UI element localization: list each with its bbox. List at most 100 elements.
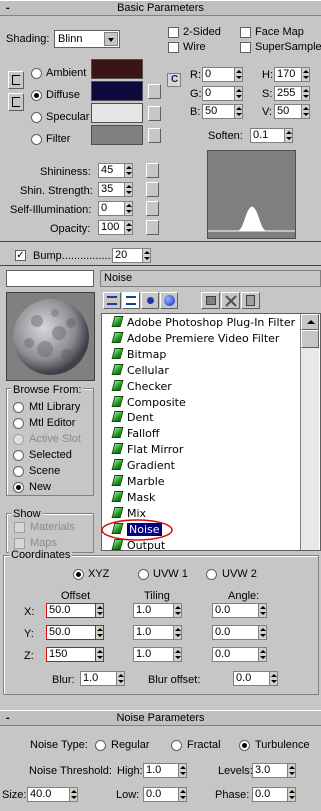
noise-parameters-rollout[interactable]: - Noise Parameters	[0, 710, 321, 726]
size-value[interactable]: 40.0	[27, 787, 69, 802]
map-list-item[interactable]: Mask	[111, 490, 155, 506]
spinner-arrows-icon[interactable]	[287, 763, 296, 778]
browse-selected-radio[interactable]	[13, 450, 24, 461]
spinner-arrows-icon[interactable]	[124, 182, 133, 197]
tiling-x-value[interactable]: 1.0	[133, 603, 173, 618]
s-value[interactable]: 255	[274, 86, 301, 101]
levels-spinner[interactable]: 3.0	[252, 763, 296, 778]
soften-spinner[interactable]: 0.1	[250, 128, 293, 143]
bump-checkbox[interactable]: ✓	[15, 250, 26, 261]
low-value[interactable]: 0.0	[143, 787, 178, 802]
diffuse-map-button[interactable]	[148, 84, 161, 99]
self-illum-map-button[interactable]	[146, 201, 159, 216]
view-small-icons-button[interactable]	[141, 292, 159, 309]
angle-y-spinner[interactable]: 0.0	[212, 625, 267, 640]
shin-strength-value[interactable]: 35	[98, 182, 124, 197]
s-spinner[interactable]: 255	[274, 86, 310, 101]
filter-radio[interactable]	[31, 134, 42, 145]
spinner-arrows-icon[interactable]	[173, 647, 182, 662]
diffuse-color-swatch[interactable]	[91, 81, 143, 101]
two-sided-checkbox[interactable]	[168, 27, 179, 38]
browse-mtl-library-radio[interactable]	[13, 402, 24, 413]
self-illum-value[interactable]: 0	[98, 201, 124, 216]
tiling-z-spinner[interactable]: 1.0	[133, 647, 182, 662]
tiling-y-value[interactable]: 1.0	[133, 625, 173, 640]
spinner-arrows-icon[interactable]	[234, 86, 243, 101]
offset-y-value[interactable]: 50.0	[46, 625, 95, 640]
blur-offset-spinner[interactable]: 0.0	[233, 671, 278, 686]
specular-color-swatch[interactable]	[91, 103, 143, 123]
angle-z-spinner[interactable]: 0.0	[212, 647, 267, 662]
spinner-arrows-icon[interactable]	[301, 104, 310, 119]
scroll-thumb[interactable]	[301, 330, 319, 348]
map-list-item[interactable]: Gradient	[111, 458, 175, 474]
spinner-arrows-icon[interactable]	[124, 201, 133, 216]
b-spinner[interactable]: 50	[202, 104, 243, 119]
map-list-item[interactable]: Cellular	[111, 363, 169, 379]
tiling-y-spinner[interactable]: 1.0	[133, 625, 182, 640]
soften-value[interactable]: 0.1	[250, 128, 284, 143]
spinner-arrows-icon[interactable]	[234, 67, 243, 82]
uvw2-radio[interactable]	[206, 569, 217, 580]
blur-spinner[interactable]: 1.0	[80, 671, 125, 686]
shininess-value[interactable]: 45	[98, 163, 124, 178]
turbulence-radio[interactable]	[239, 740, 250, 751]
shading-dropdown[interactable]: Blinn	[54, 30, 120, 48]
v-spinner[interactable]: 50	[274, 104, 310, 119]
scroll-up-button[interactable]	[301, 314, 319, 330]
size-spinner[interactable]: 40.0	[27, 787, 78, 802]
h-value[interactable]: 170	[274, 67, 301, 82]
opacity-value[interactable]: 100	[98, 220, 124, 235]
spinner-arrows-icon[interactable]	[95, 625, 104, 640]
map-list-item[interactable]: Adobe Photoshop Plug-In Filter	[111, 315, 295, 331]
spinner-arrows-icon[interactable]	[301, 67, 310, 82]
collapse-icon[interactable]: -	[6, 711, 10, 725]
shininess-map-button[interactable]	[146, 163, 159, 178]
filter-map-button[interactable]	[148, 128, 161, 143]
uvw1-radio[interactable]	[138, 569, 149, 580]
view-list-button[interactable]	[103, 292, 121, 309]
v-value[interactable]: 50	[274, 104, 301, 119]
ambient-radio[interactable]	[31, 68, 42, 79]
specular-map-button[interactable]	[148, 106, 161, 121]
browse-scene-radio[interactable]	[13, 466, 24, 477]
spinner-arrows-icon[interactable]	[178, 787, 187, 802]
tiling-x-spinner[interactable]: 1.0	[133, 603, 182, 618]
spinner-arrows-icon[interactable]	[124, 163, 133, 178]
map-list-item[interactable]: Flat Mirror	[111, 442, 183, 458]
spinner-arrows-icon[interactable]	[258, 625, 267, 640]
map-list-item[interactable]: Marble	[111, 474, 165, 490]
spinner-arrows-icon[interactable]	[173, 625, 182, 640]
spinner-arrows-icon[interactable]	[142, 248, 151, 263]
offset-x-value[interactable]: 50.0	[46, 603, 95, 618]
filter-color-swatch[interactable]	[91, 125, 143, 145]
update-scene-button[interactable]	[201, 292, 220, 309]
r-spinner[interactable]: 0	[202, 67, 243, 82]
phase-value[interactable]: 0.0	[252, 787, 287, 802]
offset-z-value[interactable]: 150	[46, 647, 95, 662]
ambient-color-swatch[interactable]	[91, 59, 143, 79]
spinner-arrows-icon[interactable]	[69, 787, 78, 802]
spinner-arrows-icon[interactable]	[284, 128, 293, 143]
lock-diffuse-specular-button[interactable]	[8, 93, 24, 111]
spinner-arrows-icon[interactable]	[124, 220, 133, 235]
blur-value[interactable]: 1.0	[80, 671, 116, 686]
lock-ambient-diffuse-button[interactable]	[8, 71, 24, 89]
offset-x-spinner[interactable]: 50.0	[46, 603, 104, 618]
spinner-arrows-icon[interactable]	[269, 671, 278, 686]
angle-y-value[interactable]: 0.0	[212, 625, 258, 640]
b-value[interactable]: 50	[202, 104, 234, 119]
map-list-item[interactable]: Falloff	[111, 426, 159, 442]
view-list-icons-button[interactable]	[122, 292, 140, 309]
spinner-arrows-icon[interactable]	[301, 86, 310, 101]
opacity-map-button[interactable]	[146, 220, 159, 235]
spinner-arrows-icon[interactable]	[258, 603, 267, 618]
browse-mtl-editor-radio[interactable]	[13, 418, 24, 429]
low-spinner[interactable]: 0.0	[143, 787, 187, 802]
spinner-arrows-icon[interactable]	[234, 104, 243, 119]
high-spinner[interactable]: 1.0	[143, 763, 187, 778]
color-lock-icon[interactable]: C	[167, 73, 181, 87]
self-illum-spinner[interactable]: 0	[98, 201, 133, 216]
shin-strength-spinner[interactable]: 35	[98, 182, 133, 197]
h-spinner[interactable]: 170	[274, 67, 310, 82]
